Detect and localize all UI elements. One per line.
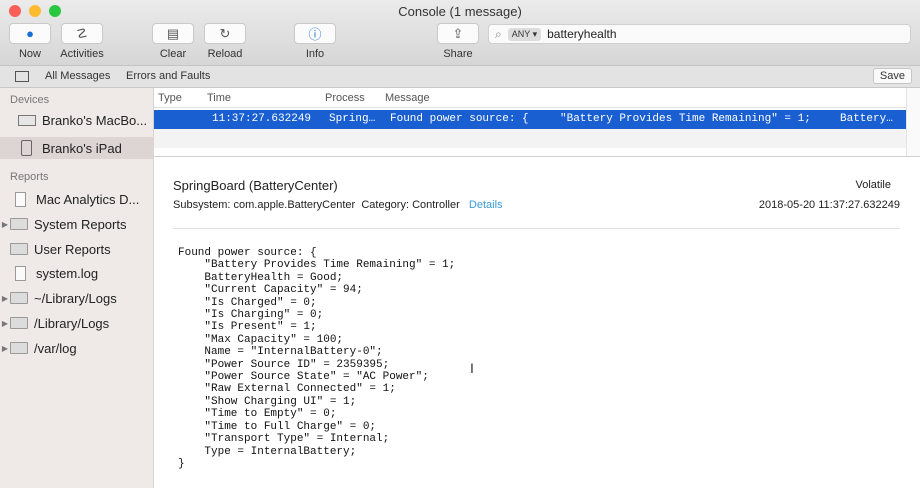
title-bar: Console (1 message) ● Now ☡ Activities ▤… <box>0 0 920 66</box>
row-message-part: "Battery Provides Time Remaining" = 1; <box>560 113 811 125</box>
sidebar-report-item[interactable]: ▶ System Reports <box>0 213 154 235</box>
column-process[interactable]: Process <box>325 92 365 104</box>
detail-separator <box>173 228 900 229</box>
reload-label: Reload <box>207 48 243 60</box>
table-row-empty <box>154 129 906 148</box>
column-time[interactable]: Time <box>207 92 231 104</box>
activities-label: Activities <box>60 48 104 60</box>
now-button[interactable]: ● <box>9 23 51 44</box>
errors-faults-tab[interactable]: Errors and Faults <box>126 70 210 82</box>
sidebar-device-macbook[interactable]: Branko's MacBo... <box>0 109 154 131</box>
sidebar-report-item[interactable]: User Reports <box>0 238 154 260</box>
now-icon: ● <box>26 26 34 41</box>
message-body: Found power source: { "Battery Provides … <box>178 247 456 470</box>
volatile-label: Volatile <box>855 179 891 191</box>
table-header: Type Time Process Message <box>154 88 906 108</box>
detail-meta: Subsystem: com.apple.BatteryCenter Categ… <box>173 199 503 211</box>
folder-icon <box>10 243 28 255</box>
table-row[interactable]: 11:37:27.632249 Spring… Found power sour… <box>154 110 906 129</box>
search-field[interactable]: ⌕ ANY ▾ batteryhealth <box>488 24 911 44</box>
column-type[interactable]: Type <box>158 92 182 104</box>
sidebar-toggle-icon[interactable] <box>15 71 29 82</box>
subsystem-label: Subsystem: com.apple.BatteryCenter <box>173 199 356 211</box>
sidebar-report-item[interactable]: ▶/Library/Logs <box>0 312 154 334</box>
save-button[interactable]: Save <box>872 68 912 84</box>
column-message[interactable]: Message <box>385 92 430 104</box>
text-cursor-icon: I <box>470 360 474 376</box>
activities-button[interactable]: ☡ <box>61 23 103 44</box>
row-time: 11:37:27.632249 <box>212 113 312 125</box>
disclosure-triangle-icon[interactable]: ▶ <box>0 294 10 303</box>
sidebar-report-item[interactable]: ▶/var/log <box>0 337 154 359</box>
search-scope-dropdown[interactable]: ANY ▾ <box>507 27 542 41</box>
reports-header: Reports <box>10 171 49 183</box>
search-icon: ⌕ <box>495 26 502 41</box>
now-label: Now <box>18 48 41 60</box>
disclosure-triangle-icon[interactable]: ▶ <box>0 344 10 353</box>
sidebar-report-item[interactable]: Mac Analytics D... <box>0 188 154 210</box>
disclosure-triangle-icon[interactable]: ▶ <box>0 319 10 328</box>
info-label: Info <box>305 48 325 60</box>
info-icon: ⓘ <box>308 27 322 42</box>
detail-timestamp: 2018-05-20 11:37:27.632249 <box>758 199 900 211</box>
reload-icon: ↻ <box>219 25 231 41</box>
category-label: Category: Controller <box>361 199 460 211</box>
sidebar-device-ipad[interactable]: Branko's iPad <box>0 137 154 159</box>
disclosure-triangle-icon[interactable]: ▶ <box>0 220 10 229</box>
sidebar-report-item[interactable]: system.log <box>0 262 154 284</box>
folder-icon <box>10 317 28 329</box>
clear-button[interactable]: ▤ <box>152 23 194 44</box>
document-icon <box>15 265 26 281</box>
details-link[interactable]: Details <box>469 199 503 211</box>
folder-icon <box>10 218 28 230</box>
table-scrollbar[interactable] <box>906 88 920 156</box>
info-button[interactable]: ⓘ <box>294 23 336 44</box>
detail-title: SpringBoard (BatteryCenter) <box>173 178 338 193</box>
activities-icon: ☡ <box>76 25 88 41</box>
clear-label: Clear <box>159 48 187 60</box>
row-process: Spring… <box>329 113 376 125</box>
row-message: Found power source: { <box>390 113 529 125</box>
reload-button[interactable]: ↻ <box>204 23 246 44</box>
share-icon: ⇪ <box>452 25 464 41</box>
share-label: Share <box>443 48 473 60</box>
sidebar-report-item[interactable]: ▶ ~/Library/Logs <box>0 287 154 309</box>
window-title: Console (1 message) <box>398 4 522 19</box>
document-icon <box>15 191 26 207</box>
folder-icon <box>10 342 28 354</box>
tablet-icon <box>21 140 32 156</box>
clear-icon: ▤ <box>166 25 180 41</box>
row-message-part: Battery… <box>840 113 893 125</box>
filter-bar: All Messages Errors and Faults Save <box>0 66 920 88</box>
laptop-icon <box>18 114 36 126</box>
detail-pane: SpringBoard (BatteryCenter) Volatile Sub… <box>154 157 920 488</box>
devices-header: Devices <box>10 94 50 106</box>
search-input[interactable]: batteryhealth <box>547 27 616 41</box>
sidebar: Devices Branko's MacBo... Branko's iPad … <box>0 88 154 488</box>
folder-icon <box>10 292 28 304</box>
all-messages-tab[interactable]: All Messages <box>45 70 110 82</box>
share-button[interactable]: ⇪ <box>437 23 479 44</box>
